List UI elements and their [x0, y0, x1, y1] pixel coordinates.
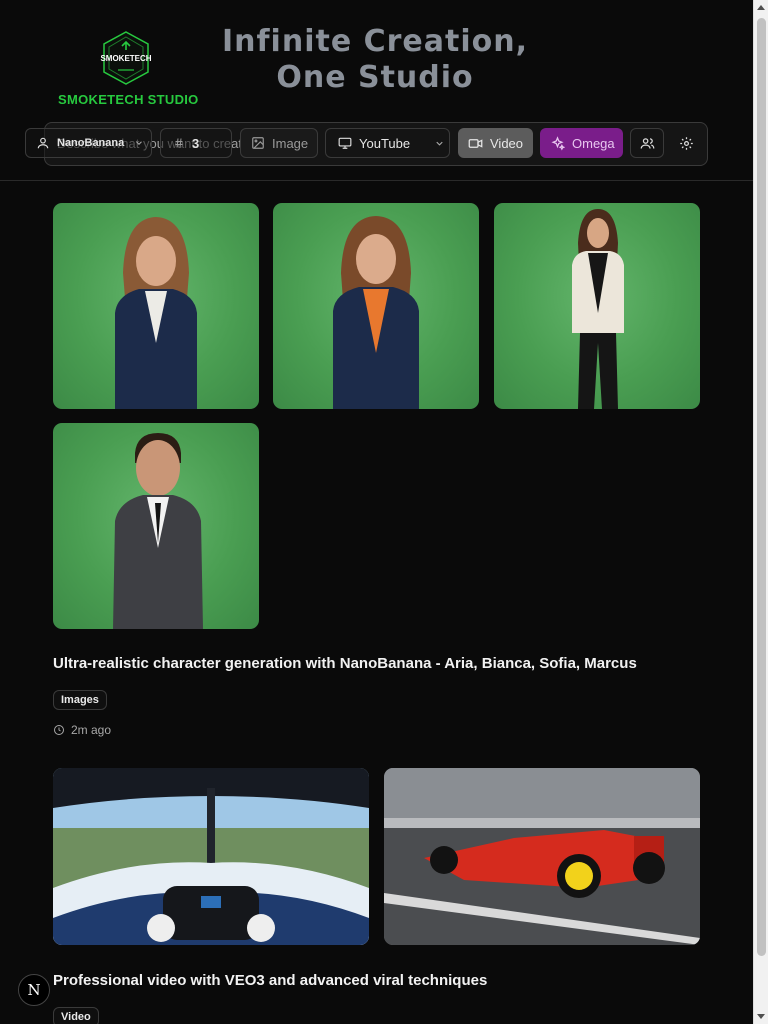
post-title[interactable]: Ultra-realistic character generation wit… — [53, 655, 637, 672]
chevron-down-icon — [136, 141, 143, 145]
post-title[interactable]: Professional video with VEO3 and advance… — [53, 972, 487, 989]
settings-button[interactable] — [670, 128, 702, 158]
page-scrollbar[interactable] — [753, 0, 768, 1024]
video-mode-button[interactable]: Video — [458, 128, 533, 158]
post-tag-badge[interactable]: Images — [53, 690, 107, 710]
gallery-video-f1-car[interactable] — [384, 768, 700, 945]
omega-mode-button[interactable]: Omega — [540, 128, 623, 158]
hero-title: Infinite Creation, One Studio — [190, 24, 560, 96]
brand-name: SMOKETECH STUDIO — [58, 92, 199, 107]
count-label: 3 — [192, 135, 200, 151]
model-select[interactable]: NanoBanana — [25, 128, 152, 158]
video-camera-icon — [468, 138, 483, 148]
users-icon — [640, 137, 654, 149]
hero-title-line1: Infinite Creation, — [221, 24, 529, 59]
post-timestamp-label: 2m ago — [71, 723, 112, 737]
team-button[interactable] — [630, 128, 664, 158]
user-icon — [37, 137, 49, 149]
sparkles-icon — [551, 135, 565, 151]
post-timestamp: 2m ago — [53, 723, 111, 737]
next-dev-indicator-button[interactable]: N — [18, 974, 50, 1006]
video-mode-label: Video — [490, 135, 524, 151]
hero-title-line2: One Studio — [276, 60, 474, 95]
header: SMOKETECH SMOKETECH STUDIO Infinite Crea… — [0, 0, 753, 181]
chevron-down-icon — [436, 141, 443, 146]
monitor-icon — [338, 137, 352, 149]
gallery-image-bianca[interactable] — [273, 203, 479, 409]
gear-icon — [679, 136, 693, 150]
gallery-video-cockpit[interactable] — [53, 768, 369, 945]
scroll-down-icon[interactable] — [757, 1014, 765, 1019]
image-mode-label: Image — [272, 135, 309, 151]
count-select[interactable]: 3 — [160, 128, 232, 158]
gallery-image-aria[interactable] — [53, 203, 259, 409]
model-label: NanoBanana — [57, 137, 125, 149]
gallery-image-sofia[interactable] — [494, 203, 700, 409]
scrollbar-thumb[interactable] — [757, 18, 766, 956]
svg-text:SMOKETECH: SMOKETECH — [100, 54, 151, 63]
platform-select[interactable]: YouTube — [325, 128, 450, 158]
brand-logo[interactable]: SMOKETECH — [98, 30, 154, 86]
platform-label: YouTube — [359, 135, 411, 151]
gallery-image-marcus[interactable] — [53, 423, 259, 629]
scroll-up-icon[interactable] — [757, 5, 765, 10]
image-icon — [252, 137, 264, 149]
omega-mode-label: Omega — [572, 135, 615, 151]
clock-icon — [54, 725, 64, 735]
hash-icon — [175, 138, 183, 148]
image-mode-button[interactable]: Image — [240, 128, 318, 158]
post-tag-badge[interactable]: Video — [53, 1007, 99, 1024]
